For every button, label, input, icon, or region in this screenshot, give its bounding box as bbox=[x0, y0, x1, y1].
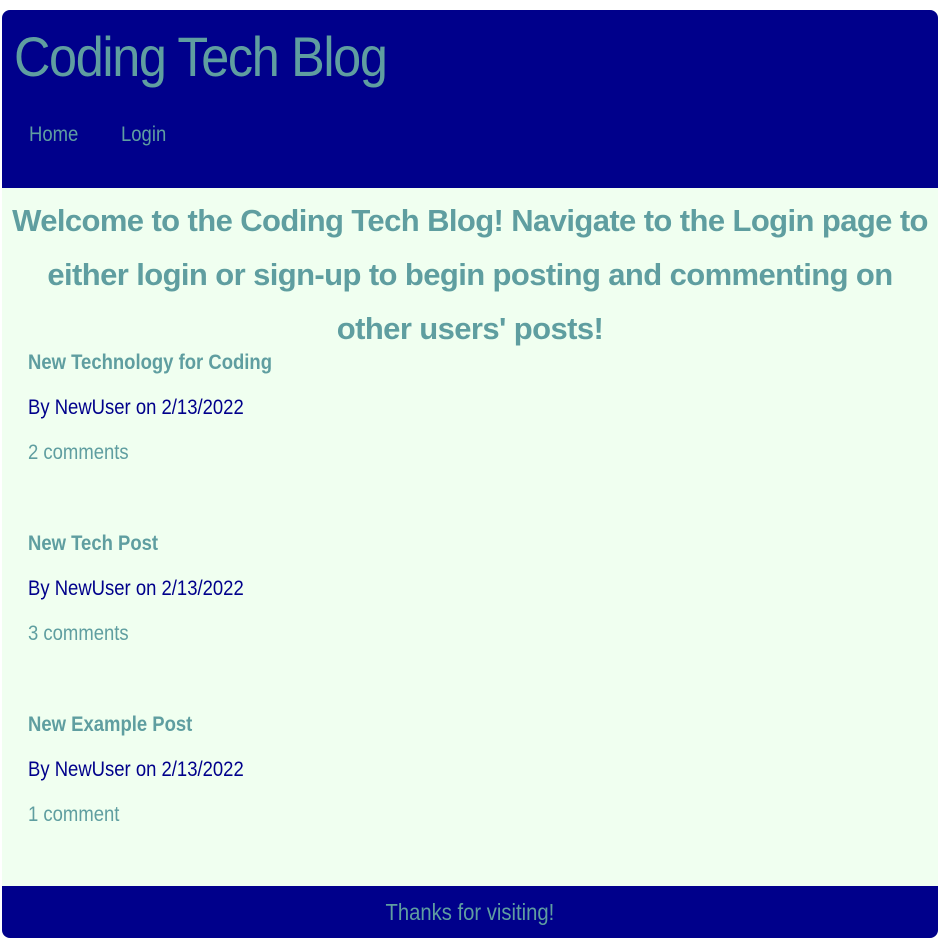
post-item: New Example Post By NewUser on 2/13/2022… bbox=[28, 710, 305, 891]
post-item: New Technology for Coding By NewUser on … bbox=[28, 348, 305, 529]
footer-text: Thanks for visiting! bbox=[385, 899, 555, 925]
post-list: New Technology for Coding By NewUser on … bbox=[28, 348, 305, 891]
post-meta: By NewUser on 2/13/2022 bbox=[28, 396, 244, 419]
post-title-link[interactable]: New Example Post bbox=[28, 710, 272, 740]
post-title-link[interactable]: New Tech Post bbox=[28, 529, 272, 559]
post-comments-link[interactable]: 1 comment bbox=[28, 800, 272, 830]
site-header: Coding Tech Blog Home Login bbox=[2, 10, 938, 188]
post-comments-link[interactable]: 2 comments bbox=[28, 438, 272, 468]
main-nav: Home Login bbox=[29, 120, 172, 150]
nav-login-link[interactable]: Login bbox=[121, 120, 166, 150]
site-title: Coding Tech Blog bbox=[14, 25, 388, 88]
post-comments-link[interactable]: 3 comments bbox=[28, 619, 272, 649]
post-meta: By NewUser on 2/13/2022 bbox=[28, 577, 244, 600]
page-frame: Coding Tech Blog Home Login Welcome to t… bbox=[2, 10, 938, 938]
site-footer: Thanks for visiting! bbox=[2, 886, 938, 938]
welcome-message: Welcome to the Coding Tech Blog! Navigat… bbox=[12, 203, 928, 346]
post-meta: By NewUser on 2/13/2022 bbox=[28, 758, 244, 781]
nav-home-link[interactable]: Home bbox=[29, 120, 78, 150]
post-title-link[interactable]: New Technology for Coding bbox=[28, 348, 272, 378]
post-item: New Tech Post By NewUser on 2/13/2022 3 … bbox=[28, 529, 305, 710]
